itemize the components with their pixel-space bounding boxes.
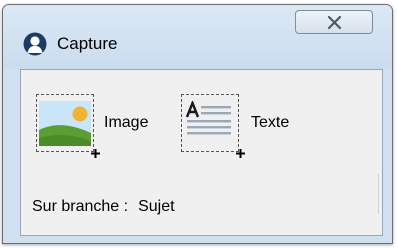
- branch-row: Sur branche : Sujet: [32, 198, 175, 216]
- image-icon-frame: [36, 94, 100, 158]
- text-document-icon: [185, 101, 231, 135]
- panel-edge-divider: [378, 174, 379, 214]
- text-capture-button[interactable]: Texte: [181, 94, 311, 158]
- capture-panel: Image Texte Sur branche : Sujet: [20, 69, 383, 236]
- close-x-icon: [327, 15, 342, 30]
- window-title: Capture: [57, 34, 118, 53]
- image-capture-button[interactable]: Image: [36, 94, 149, 158]
- title-bar[interactable]: Capture: [3, 5, 392, 69]
- close-button[interactable]: [295, 10, 373, 34]
- plus-icon: [236, 149, 245, 158]
- user-silhouette-icon: [23, 32, 47, 56]
- capture-window: Capture Image Texte Sur branche: Sujet: [2, 4, 393, 244]
- picture-icon: [39, 101, 91, 146]
- text-button-label: Texte: [251, 114, 290, 131]
- plus-icon: [91, 149, 100, 158]
- branch-label: Sur branche :: [32, 198, 129, 215]
- text-icon-frame: [181, 94, 245, 158]
- image-button-label: Image: [104, 114, 149, 131]
- branch-value: Sujet: [138, 198, 175, 215]
